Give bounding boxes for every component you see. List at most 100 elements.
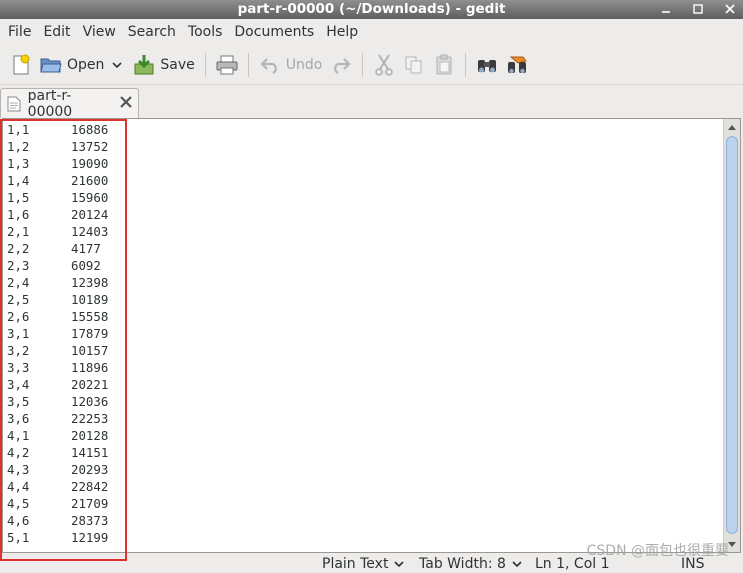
line-value: 20128: [71, 428, 109, 443]
text-line: 1,3 19090: [7, 155, 717, 172]
line-value: 21709: [71, 496, 109, 511]
text-line: 1,1 16886: [7, 121, 717, 138]
line-value: 20293: [71, 462, 109, 477]
line-value: 6092: [71, 258, 101, 273]
menu-edit[interactable]: Edit: [37, 19, 76, 45]
line-key: 2,4: [7, 275, 30, 290]
tab-part-r-00000[interactable]: part-r-00000: [0, 87, 139, 120]
line-key: 1,6: [7, 207, 30, 222]
toolbar-separator: [247, 52, 249, 77]
maximize-icon[interactable]: [691, 2, 705, 16]
scroll-up-icon[interactable]: [724, 119, 740, 134]
toolbar-separator: [465, 52, 467, 77]
toolbar: Open Save Undo: [0, 45, 743, 85]
chevron-down-icon: [394, 561, 405, 568]
scissors-icon: [373, 54, 395, 76]
line-key: 2,6: [7, 309, 30, 324]
line-key: 1,2: [7, 139, 30, 154]
folder-open-icon: [40, 54, 62, 76]
text-line: 1,2 13752: [7, 138, 717, 155]
title-bar: part-r-00000 (~/Downloads) - gedit: [0, 0, 743, 19]
text-line: 4,1 20128: [7, 427, 717, 444]
line-value: 15960: [71, 190, 109, 205]
line-key: 2,5: [7, 292, 30, 307]
line-value: 22253: [71, 411, 109, 426]
line-key: 4,6: [7, 513, 30, 528]
find-replace-button[interactable]: [502, 49, 532, 81]
text-line: 3,2 10157: [7, 342, 717, 359]
redo-button[interactable]: [326, 49, 356, 81]
line-value: 28373: [71, 513, 109, 528]
menu-tools[interactable]: Tools: [182, 19, 229, 45]
text-editor[interactable]: 1,1 16886 1,2 13752 1,3 19090 1,4 21600 1,5 15960…: [2, 118, 741, 553]
text-content[interactable]: 1,1 16886 1,2 13752 1,3 19090 1,4 21600 1,5 15960…: [7, 121, 717, 546]
line-value: 12398: [71, 275, 109, 290]
scrollbar-thumb[interactable]: [726, 136, 738, 534]
text-file-icon: [6, 95, 22, 113]
new-document-icon: [10, 54, 32, 76]
line-key: 1,5: [7, 190, 30, 205]
open-button[interactable]: Open: [36, 49, 129, 81]
line-value: 10157: [71, 343, 109, 358]
language-label: Plain Text: [322, 556, 389, 572]
line-key: 3,6: [7, 411, 30, 426]
line-key: 4,2: [7, 445, 30, 460]
line-key: 3,4: [7, 377, 30, 392]
menu-view[interactable]: View: [77, 19, 122, 45]
vertical-scrollbar[interactable]: [723, 119, 740, 552]
line-value: 20124: [71, 207, 109, 222]
text-line: 4,4 22842: [7, 478, 717, 495]
line-value: 10189: [71, 292, 109, 307]
line-key: 4,1: [7, 428, 30, 443]
text-line: 2,1 12403: [7, 223, 717, 240]
line-key: 1,3: [7, 156, 30, 171]
close-icon[interactable]: [120, 95, 132, 112]
copy-button[interactable]: [399, 49, 429, 81]
window-controls: [659, 2, 737, 16]
find-button[interactable]: [472, 49, 502, 81]
menu-bar: File Edit View Search Tools Documents He…: [0, 19, 743, 45]
menu-file[interactable]: File: [2, 19, 37, 45]
undo-button[interactable]: Undo: [255, 49, 327, 81]
binoculars-icon: [476, 54, 498, 76]
text-line: 2,3 6092: [7, 257, 717, 274]
minimize-icon[interactable]: [659, 2, 673, 16]
document-tabs: part-r-00000: [0, 86, 743, 120]
menu-search[interactable]: Search: [122, 19, 182, 45]
text-line: 1,5 15960: [7, 189, 717, 206]
line-value: 12036: [71, 394, 109, 409]
line-value: 12199: [71, 530, 109, 545]
chevron-down-icon[interactable]: [109, 54, 125, 76]
watermark: CSDN @面包也很重要: [586, 543, 729, 559]
tab-label: part-r-00000: [27, 87, 73, 120]
line-value: 20221: [71, 377, 109, 392]
tab-width-selector[interactable]: Tab Width: 8: [419, 556, 522, 572]
line-key: 3,3: [7, 360, 30, 375]
line-value: 4177: [71, 241, 101, 256]
copy-icon: [403, 54, 425, 76]
save-label: Save: [160, 56, 195, 73]
printer-icon: [216, 54, 238, 76]
line-value: 16886: [71, 122, 109, 137]
print-button[interactable]: [212, 49, 242, 81]
line-key: 4,4: [7, 479, 30, 494]
line-value: 17879: [71, 326, 109, 341]
line-key: 2,1: [7, 224, 30, 239]
text-line: 4,3 20293: [7, 461, 717, 478]
menu-documents[interactable]: Documents: [228, 19, 320, 45]
line-key: 1,1: [7, 122, 30, 137]
language-selector[interactable]: Plain Text: [322, 556, 405, 572]
menu-help[interactable]: Help: [320, 19, 364, 45]
line-value: 13752: [71, 139, 109, 154]
line-key: 2,3: [7, 258, 30, 273]
redo-icon: [330, 54, 352, 76]
close-window-icon[interactable]: [723, 2, 737, 16]
new-button[interactable]: [6, 49, 36, 81]
text-line: 3,3 11896: [7, 359, 717, 376]
paste-button[interactable]: [429, 49, 459, 81]
line-key: 1,4: [7, 173, 30, 188]
text-line: 4,6 28373: [7, 512, 717, 529]
save-button[interactable]: Save: [129, 49, 198, 81]
text-line: 3,5 12036: [7, 393, 717, 410]
cut-button[interactable]: [369, 49, 399, 81]
